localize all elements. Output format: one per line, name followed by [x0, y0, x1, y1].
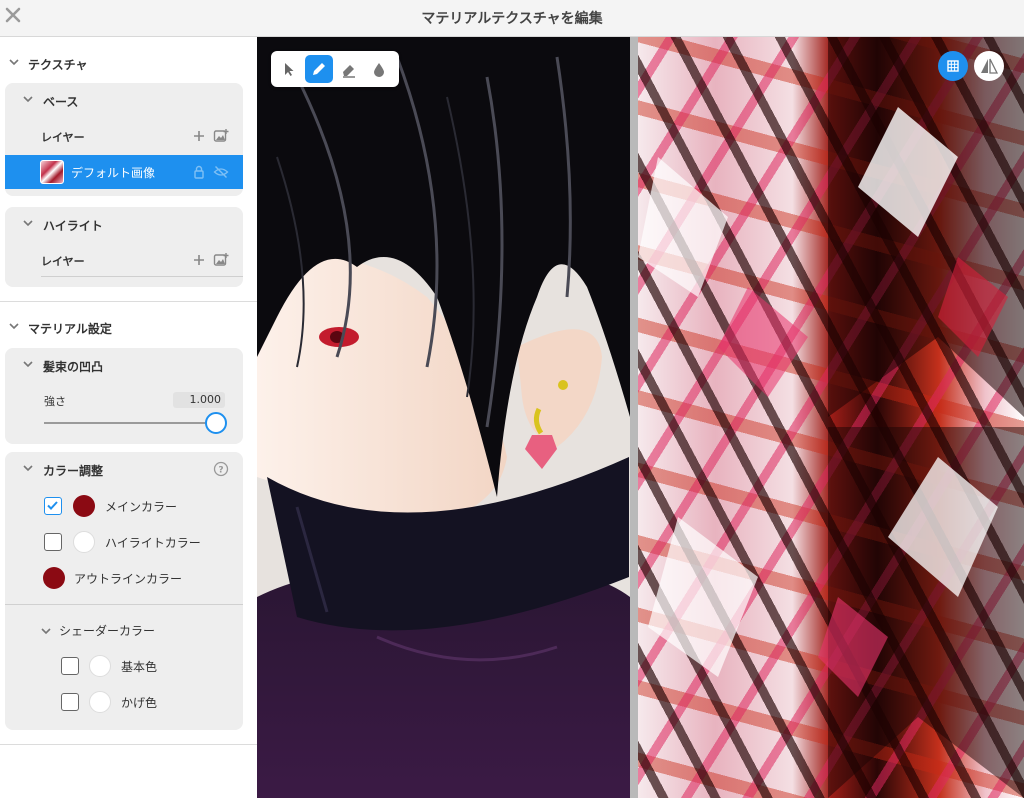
plus-icon: [194, 255, 204, 265]
svg-text:?: ?: [218, 466, 223, 476]
add-layer-button[interactable]: [191, 128, 207, 144]
select-tool-button[interactable]: [275, 55, 303, 83]
highlight-color-checkbox[interactable]: [44, 533, 62, 551]
strength-value-field[interactable]: 1.000: [173, 392, 225, 408]
shader-color-title: シェーダーカラー: [59, 624, 156, 638]
chevron-down-icon: [41, 628, 51, 635]
highlight-color-swatch[interactable]: [73, 531, 95, 553]
model-preview-viewport[interactable]: [257, 37, 630, 798]
color-adjust-card: カラー調整 ? メインカラー ハイライトカラー アウトラインカラー シェーダーカ…: [5, 452, 243, 730]
material-section-title: マテリアル設定: [28, 322, 112, 336]
fill-tool-button[interactable]: [365, 55, 393, 83]
shade-color-label: かげ色: [121, 696, 158, 710]
texture-section-title: テクスチャ: [28, 58, 88, 72]
highlight-layers-label: レイヤー: [41, 255, 85, 268]
material-section-header[interactable]: マテリアル設定: [0, 312, 257, 342]
base-color-checkbox[interactable]: [61, 657, 79, 675]
bump-card-header[interactable]: 髪束の凹凸: [5, 348, 243, 380]
layer-divider: [41, 276, 243, 277]
editor-canvas-area: [257, 37, 1024, 798]
lock-layer-button[interactable]: [191, 164, 207, 180]
highlight-color-label: ハイライトカラー: [105, 536, 201, 550]
shader-color-header[interactable]: シェーダーカラー: [5, 616, 243, 644]
eraser-icon: [343, 65, 355, 78]
cursor-icon: [285, 63, 294, 76]
bottom-divider: [0, 744, 257, 745]
add-image-icon: [213, 129, 229, 142]
highlight-card-header[interactable]: ハイライト: [5, 207, 243, 239]
help-button[interactable]: ?: [213, 461, 229, 477]
chevron-down-icon: [9, 59, 19, 66]
main-color-checkbox[interactable]: [44, 497, 62, 515]
eye-off-icon: [213, 166, 229, 178]
color-adjust-card-title: カラー調整: [43, 464, 104, 478]
shade-color-swatch[interactable]: [89, 691, 111, 713]
drawing-toolbar: [271, 51, 399, 87]
texture-canvas[interactable]: [638, 37, 1024, 798]
grid-icon: [947, 60, 959, 72]
toggle-visibility-button[interactable]: [213, 164, 229, 180]
shade-color-row: かげ色: [5, 688, 243, 716]
mirror-toggle-button[interactable]: [974, 51, 1004, 81]
add-image-layer-button[interactable]: [213, 252, 229, 268]
texture-pattern: [638, 37, 1024, 798]
layer-item-default-image[interactable]: デフォルト画像: [5, 155, 243, 189]
grid-toggle-button[interactable]: [938, 51, 968, 81]
bump-card: 髪束の凹凸 強さ 1.000: [5, 348, 243, 444]
base-card-header[interactable]: ベース: [5, 83, 243, 115]
check-icon: [47, 501, 58, 510]
strength-slider-track[interactable]: [44, 422, 216, 424]
outline-color-swatch[interactable]: [43, 567, 65, 589]
drop-icon: [374, 63, 384, 77]
pen-icon: [313, 63, 325, 75]
highlight-card-title: ハイライト: [43, 219, 103, 233]
layer-item-label: デフォルト画像: [71, 166, 156, 180]
add-layer-button[interactable]: [191, 252, 207, 268]
layer-thumbnail: [40, 160, 64, 184]
shade-color-checkbox[interactable]: [61, 693, 79, 711]
chevron-down-icon: [9, 323, 19, 330]
add-image-layer-button[interactable]: [213, 128, 229, 144]
main-color-swatch[interactable]: [73, 495, 95, 517]
highlight-card: ハイライト レイヤー: [5, 207, 243, 287]
color-adjust-card-header[interactable]: カラー調整 ?: [5, 452, 243, 484]
strength-slider-handle[interactable]: [205, 412, 227, 434]
base-layers-label: レイヤー: [41, 131, 85, 144]
pen-tool-button[interactable]: [305, 55, 333, 83]
bump-card-title: 髪束の凹凸: [43, 360, 104, 374]
help-icon: ?: [213, 461, 229, 477]
highlight-color-row: ハイライトカラー: [5, 528, 243, 556]
highlight-layer-row: レイヤー: [5, 247, 243, 273]
lock-icon: [194, 165, 204, 179]
add-image-icon: [213, 253, 229, 266]
chevron-down-icon: [23, 220, 33, 227]
base-card: ベース レイヤー デフォルト画像: [5, 83, 243, 196]
base-color-row: 基本色: [5, 652, 243, 680]
base-layer-row: レイヤー: [5, 123, 243, 149]
title-bar: マテリアルテクスチャを編集: [0, 0, 1024, 37]
section-divider: [0, 301, 257, 302]
base-color-swatch[interactable]: [89, 655, 111, 677]
base-card-title: ベース: [43, 95, 79, 109]
view-splitter[interactable]: [630, 37, 638, 798]
chevron-down-icon: [23, 361, 33, 368]
main-color-label: メインカラー: [105, 500, 178, 514]
eraser-tool-button[interactable]: [335, 55, 363, 83]
main-color-row: メインカラー: [5, 492, 243, 520]
outline-color-label: アウトラインカラー: [74, 572, 183, 586]
texture-section-header[interactable]: テクスチャ: [0, 48, 257, 78]
outline-color-row: アウトラインカラー: [5, 564, 243, 592]
color-divider: [5, 604, 243, 605]
chevron-down-icon: [23, 96, 33, 103]
mirror-icon: [981, 58, 999, 74]
character-preview: [257, 37, 630, 798]
window-title: マテリアルテクスチャを編集: [421, 11, 603, 27]
sidebar: テクスチャ ベース レイヤー デフォルト画像 ハイライト レイヤー マテリアル設…: [0, 37, 257, 798]
base-color-label: 基本色: [121, 660, 158, 674]
strength-label: 強さ: [44, 395, 66, 408]
plus-icon: [194, 131, 204, 141]
chevron-down-icon: [23, 465, 33, 472]
